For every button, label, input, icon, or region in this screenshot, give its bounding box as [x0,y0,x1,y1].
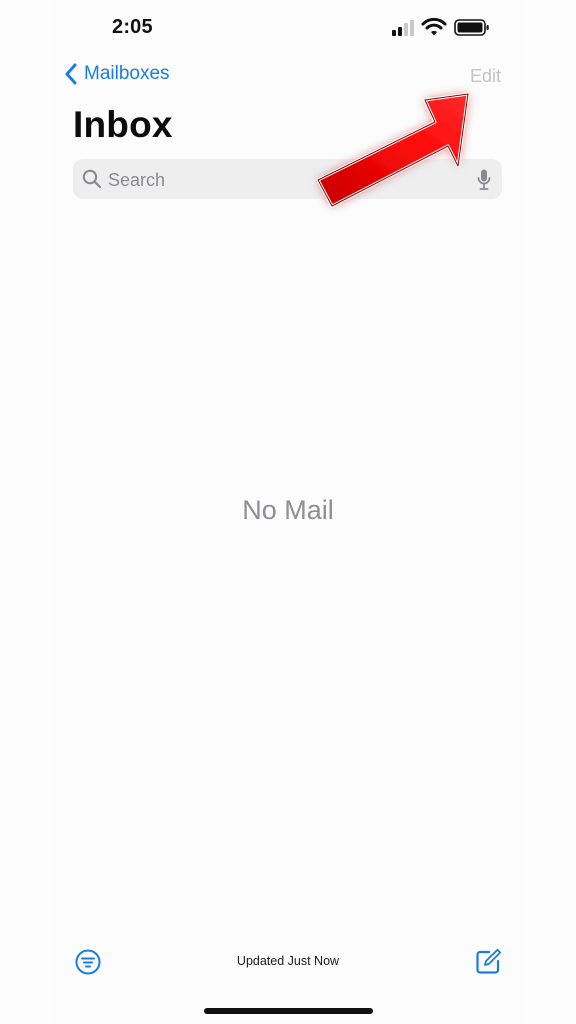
chevron-left-icon [65,63,77,85]
status-icons [392,17,489,36]
status-time: 2:05 [112,16,153,38]
cellular-signal-icon [392,20,414,36]
battery-icon [454,19,489,36]
red-arrow-annotation [316,92,470,208]
compose-icon[interactable] [474,948,502,976]
search-icon [82,169,102,189]
back-to-mailboxes-button[interactable]: Mailboxes [64,63,170,85]
empty-state-message: No Mail [242,495,334,525]
home-indicator [204,1008,373,1014]
page-title: Inbox [73,104,173,145]
back-label: Mailboxes [84,63,170,84]
mail-app-screen: 2:05 Mailboxes Edit Inbox Search No Mail… [0,0,576,1024]
wifi-icon [421,17,447,36]
